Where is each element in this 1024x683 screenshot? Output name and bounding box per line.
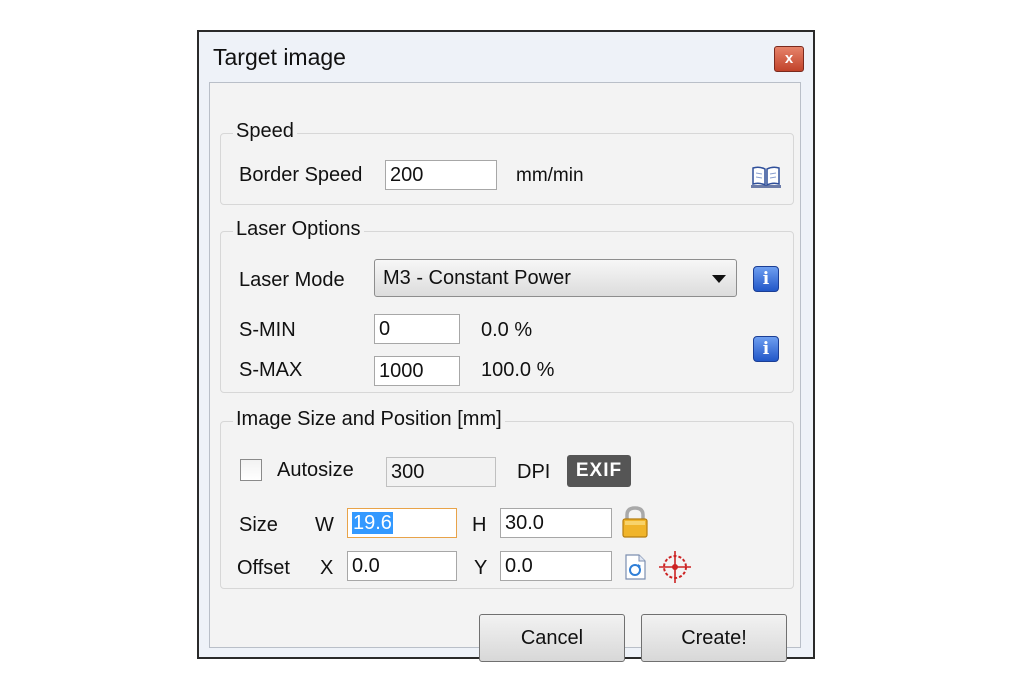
border-speed-label: Border Speed [239, 164, 363, 186]
book-icon[interactable] [750, 165, 782, 189]
autosize-label[interactable]: Autosize [277, 459, 354, 482]
laser-mode-info-icon[interactable]: i [753, 266, 779, 292]
s-max-label: S-MAX [239, 359, 303, 381]
exif-button[interactable]: EXIF [567, 455, 631, 487]
chevron-down-icon [712, 275, 726, 283]
y-label: Y [474, 557, 488, 579]
width-input[interactable]: 19.6 [347, 508, 457, 538]
offset-x-input[interactable]: 0.0 [347, 551, 457, 581]
crosshair-icon[interactable] [658, 550, 692, 584]
s-range-info-icon[interactable]: i [753, 336, 779, 362]
target-image-dialog: Target image x Speed Border Speed 200 mm… [197, 30, 815, 662]
window-title: Target image [213, 44, 346, 70]
border-speed-input[interactable]: 200 [385, 160, 497, 190]
offset-label: Offset [237, 557, 290, 579]
width-value-selected: 19.6 [352, 512, 393, 534]
create-button[interactable]: Create! [641, 614, 787, 662]
height-input[interactable]: 30.0 [500, 508, 612, 538]
speed-unit-label: mm/min [516, 165, 584, 186]
s-max-input[interactable]: 1000 [374, 356, 460, 386]
laser-mode-label: Laser Mode [239, 269, 345, 291]
size-label: Size [239, 514, 278, 536]
close-icon: x [784, 50, 794, 67]
laser-mode-dropdown[interactable]: M3 - Constant Power [374, 259, 737, 297]
dpi-label: DPI [517, 461, 551, 483]
s-min-percent: 0.0 % [481, 319, 533, 341]
s-min-input[interactable]: 0 [374, 314, 460, 344]
width-label: W [315, 514, 334, 536]
laser-options-title: Laser Options [233, 218, 364, 241]
cancel-button[interactable]: Cancel [479, 614, 625, 662]
autosize-checkbox[interactable] [240, 459, 262, 481]
laser-mode-value: M3 - Constant Power [383, 267, 571, 289]
s-min-label: S-MIN [239, 319, 296, 341]
dpi-input[interactable]: 300 [386, 457, 496, 487]
s-max-percent: 100.0 % [481, 359, 555, 381]
speed-group-title: Speed [233, 120, 297, 143]
close-button[interactable]: x [774, 46, 804, 72]
image-size-title: Image Size and Position [mm] [233, 408, 505, 431]
height-label: H [472, 514, 487, 536]
dialog-content: Speed Border Speed 200 mm/min Laser Opti… [209, 82, 801, 662]
title-bar[interactable]: Target image x [199, 32, 813, 82]
x-label: X [320, 557, 334, 579]
lock-icon[interactable] [619, 505, 651, 539]
reset-offset-icon[interactable] [622, 553, 648, 581]
offset-y-input[interactable]: 0.0 [500, 551, 612, 581]
